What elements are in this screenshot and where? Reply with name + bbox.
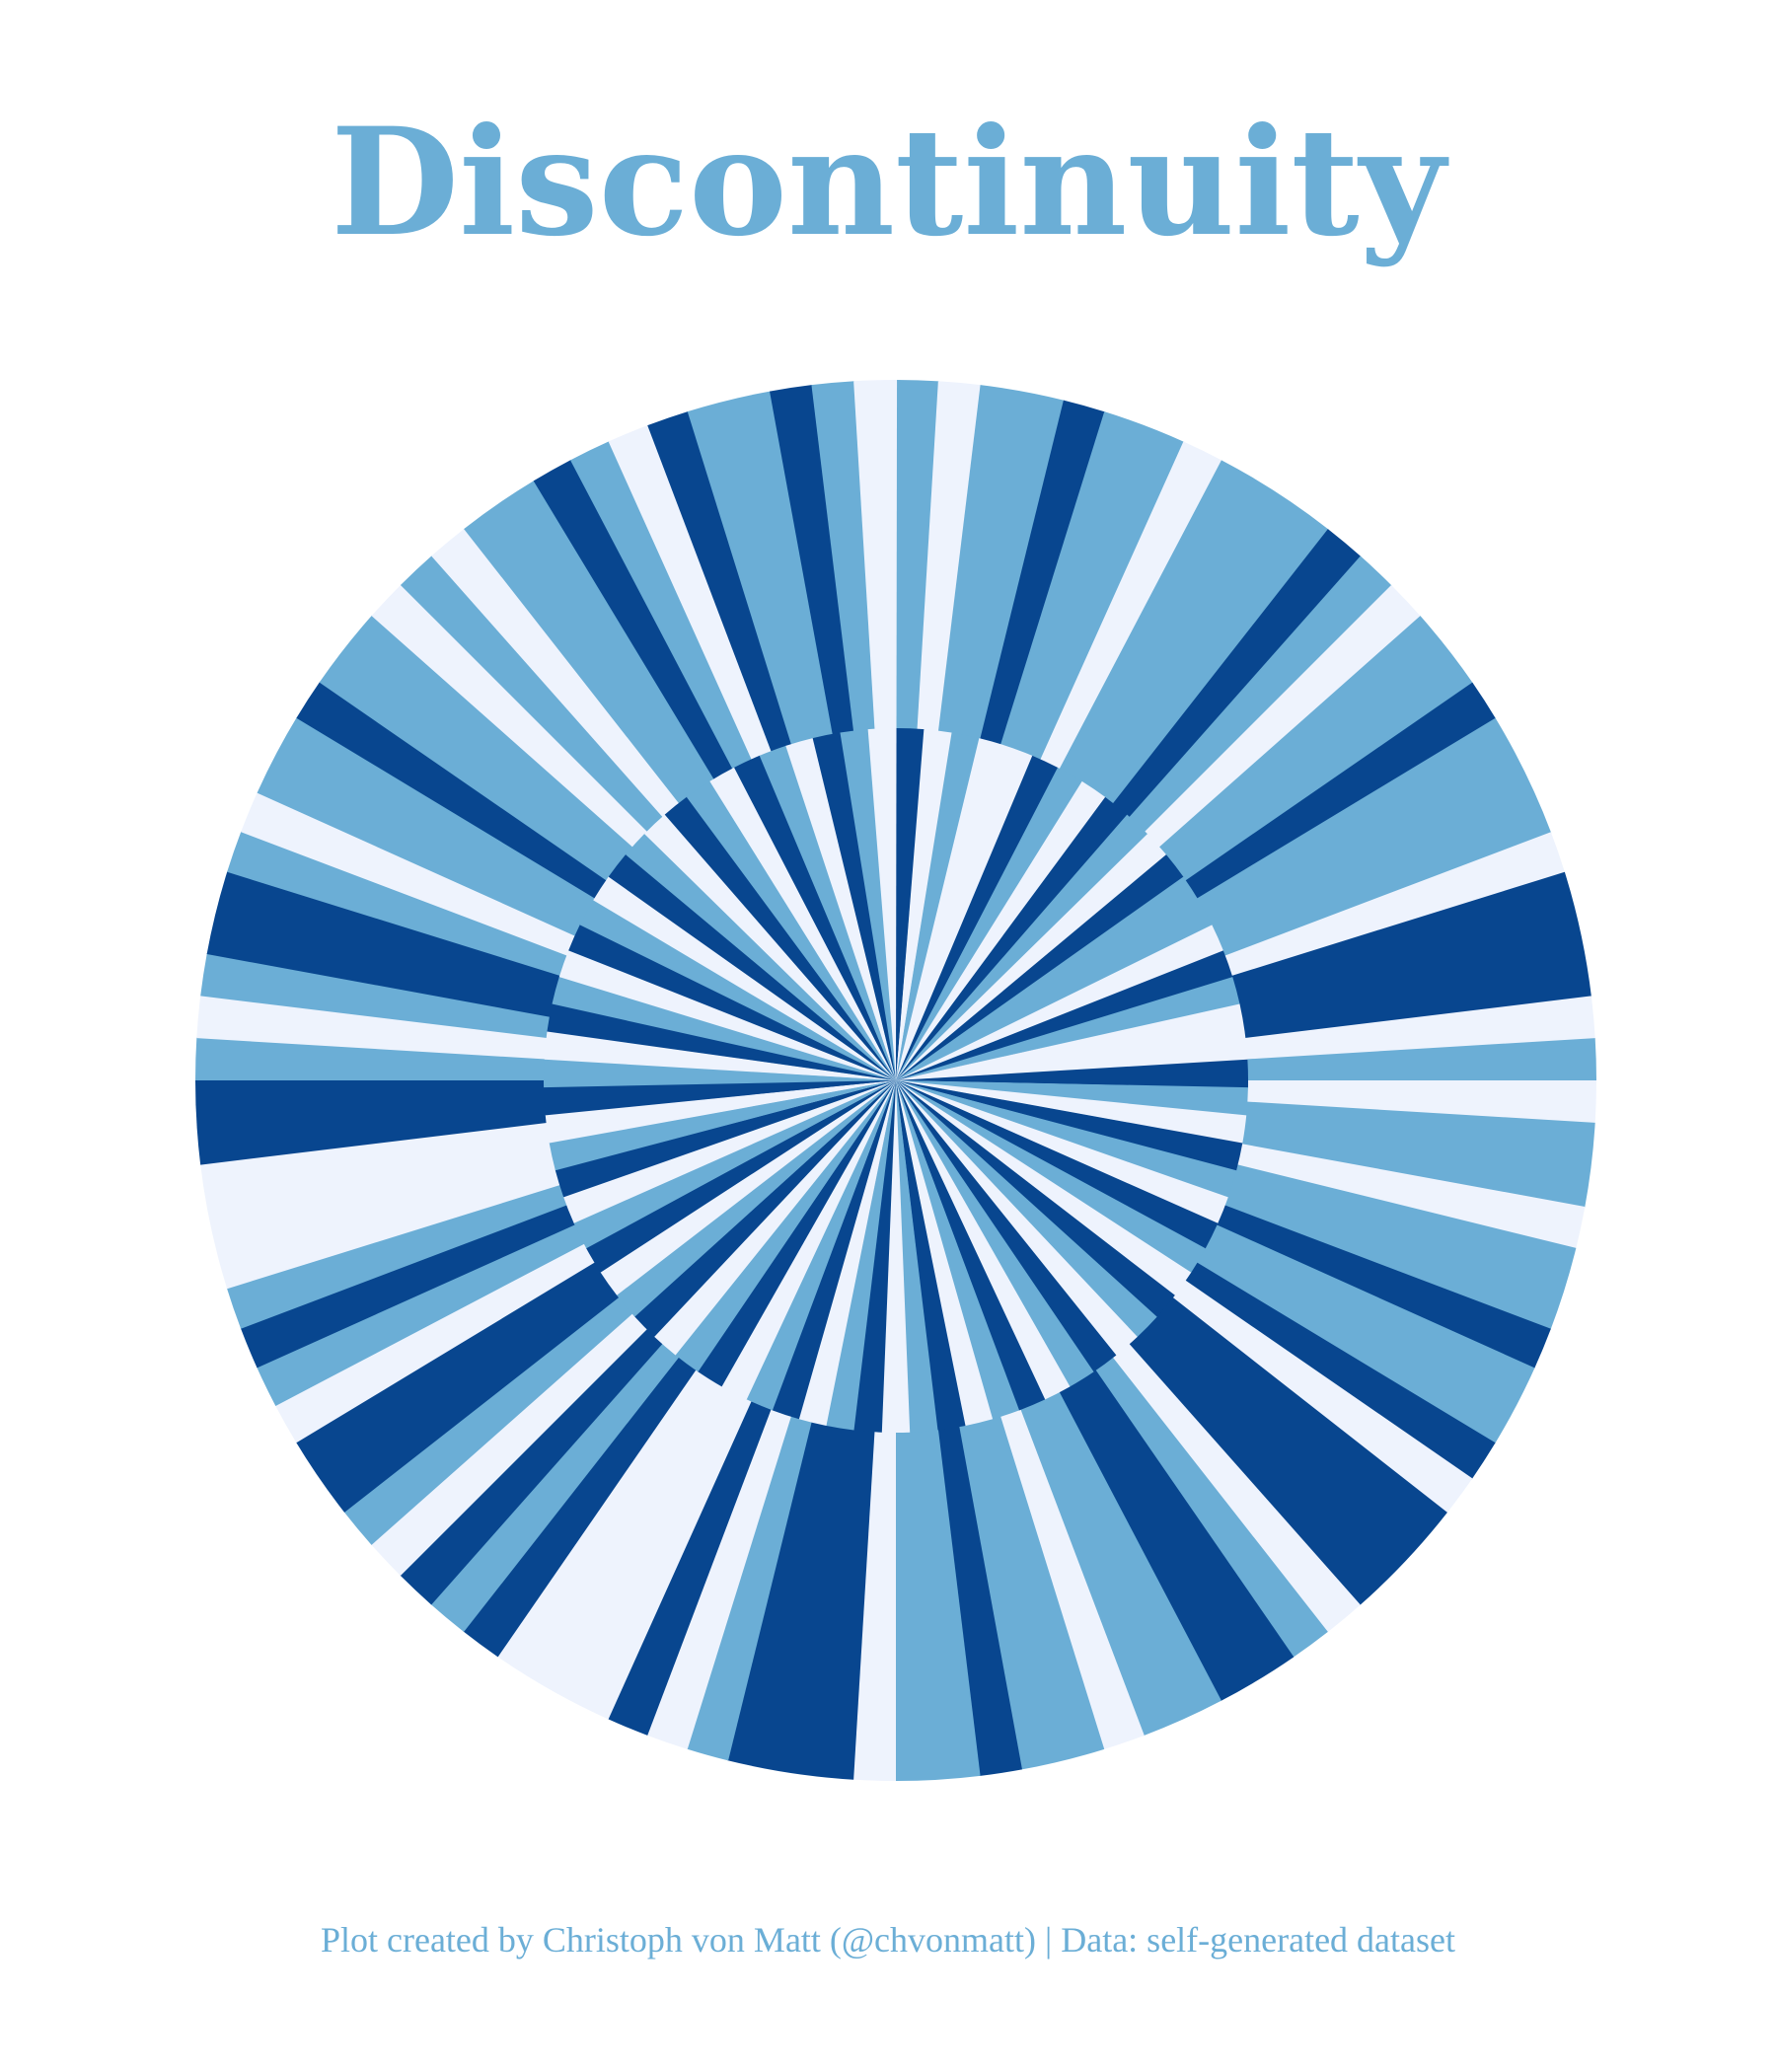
inner-ring — [544, 727, 1249, 1434]
radial-pie-chart — [194, 379, 1597, 1782]
chart-caption: Plot created by Christoph von Matt (@chv… — [320, 1920, 1455, 1960]
